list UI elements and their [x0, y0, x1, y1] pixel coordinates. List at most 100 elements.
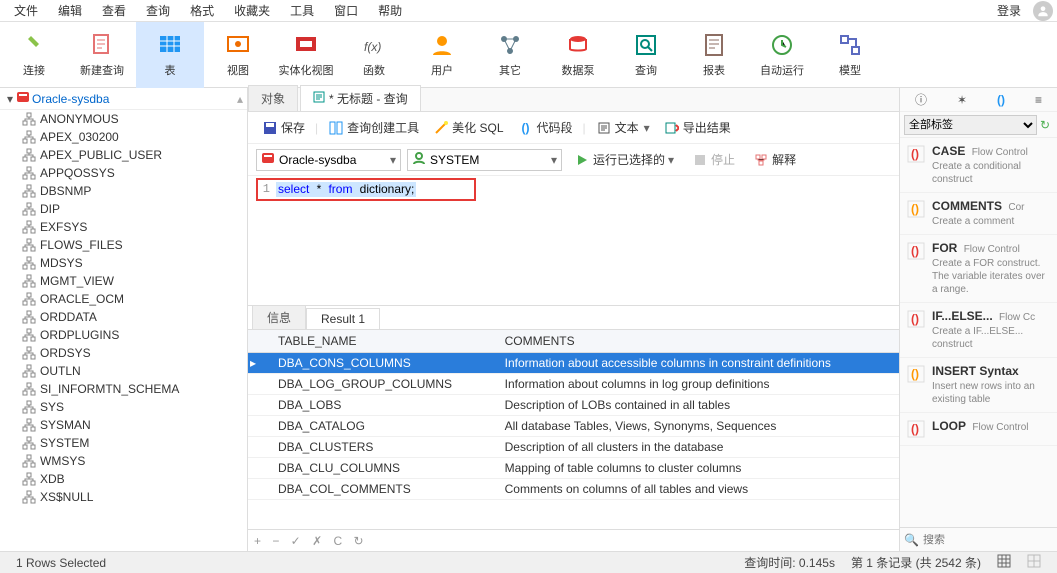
snippet-item[interactable]: ()CASE Flow ControlCreate a conditional … — [900, 138, 1057, 193]
schema-item[interactable]: APEX_030200 — [4, 128, 247, 146]
menu-文件[interactable]: 文件 — [4, 0, 48, 21]
run-selected-button[interactable]: 运行已选择的▾ — [568, 149, 680, 170]
tab-info[interactable]: 信息 — [252, 305, 306, 329]
snippet-filter-select[interactable]: 全部标签 — [904, 115, 1037, 135]
menu-格式[interactable]: 格式 — [180, 0, 224, 21]
explain-button[interactable]: 解释 — [747, 149, 802, 170]
schema-item[interactable]: ORDSYS — [4, 344, 247, 362]
results-grid[interactable]: TABLE_NAME COMMENTS ▸DBA_CONS_COLUMNSInf… — [248, 330, 899, 529]
tab-query[interactable]: * 无标题 - 查询 — [300, 85, 421, 111]
query-builder-button[interactable]: 查询创建工具 — [322, 117, 425, 138]
toolbar-auto[interactable]: 自动运行 — [748, 22, 816, 88]
schema-item[interactable]: ANONYMOUS — [4, 110, 247, 128]
toolbar-view[interactable]: 视图 — [204, 22, 272, 88]
schema-item[interactable]: ORDDATA — [4, 308, 247, 326]
schema-item[interactable]: OUTLN — [4, 362, 247, 380]
table-row[interactable]: DBA_CLUSTERSDescription of all clusters … — [248, 437, 899, 458]
schema-item[interactable]: WMSYS — [4, 452, 247, 470]
save-button[interactable]: 保存 — [256, 117, 311, 138]
schema-item[interactable]: FLOWS_FILES — [4, 236, 247, 254]
star-icon[interactable]: ✶ — [957, 93, 967, 107]
tab-objects[interactable]: 对象 — [248, 85, 298, 111]
sql-editor[interactable]: 1 select * from dictionary; — [248, 176, 899, 306]
text-button[interactable]: 文本▾ — [590, 117, 656, 138]
schema-item[interactable]: EXFSYS — [4, 218, 247, 236]
table-row[interactable]: DBA_COL_COMMENTSComments on columns of a… — [248, 479, 899, 500]
snippet-item[interactable]: ()LOOP Flow Control — [900, 413, 1057, 446]
schema-item[interactable]: ORDPLUGINS — [4, 326, 247, 344]
schema-item[interactable]: SYSTEM — [4, 434, 247, 452]
grid-nav-buttons[interactable]: + − ✓ ✗ C ↻ — [254, 534, 368, 548]
schema-icon — [22, 238, 36, 252]
menu-窗口[interactable]: 窗口 — [324, 0, 368, 21]
toolbar-fx[interactable]: f(x)函数 — [340, 22, 408, 88]
info-icon[interactable]: ⓘ — [915, 91, 927, 108]
toolbar-doc[interactable]: 新建查询 — [68, 22, 136, 88]
table-row[interactable]: ▸DBA_CONS_COLUMNSInformation about acces… — [248, 353, 899, 374]
schema-icon — [22, 400, 36, 414]
beautify-sql-button[interactable]: 美化 SQL — [427, 117, 509, 138]
col-table-name[interactable]: TABLE_NAME — [268, 330, 495, 353]
export-results-button[interactable]: 导出结果 — [658, 117, 737, 138]
export-icon — [664, 120, 680, 136]
toolbar-user[interactable]: 用户 — [408, 22, 476, 88]
toolbar-mview[interactable]: 实体化视图 — [272, 22, 340, 88]
toolbar-model[interactable]: 模型 — [816, 22, 884, 88]
schema-combo[interactable]: SYSTEM ▾ — [407, 149, 562, 171]
menu-收藏夹[interactable]: 收藏夹 — [224, 0, 280, 21]
grid-mode-icon[interactable] — [989, 554, 1019, 571]
schema-item[interactable]: SI_INFORMTN_SCHEMA — [4, 380, 247, 398]
avatar[interactable] — [1033, 1, 1053, 21]
sidebar-connection[interactable]: ▾ Oracle-sysdba ▴ — [0, 88, 247, 110]
schema-item[interactable]: XS$NULL — [4, 488, 247, 506]
schema-item[interactable]: MGMT_VIEW — [4, 272, 247, 290]
snippet-desc: Create a comment — [932, 215, 1051, 228]
schema-item[interactable]: XDB — [4, 470, 247, 488]
snippet-item[interactable]: ()IF...ELSE... Flow CcCreate a IF...ELSE… — [900, 303, 1057, 358]
form-mode-icon[interactable] — [1019, 554, 1049, 571]
snippet-item[interactable]: ()INSERT Syntax Insert new rows into an … — [900, 358, 1057, 413]
col-comments[interactable]: COMMENTS — [495, 330, 899, 353]
tab-result-1[interactable]: Result 1 — [306, 308, 380, 329]
toolbar-label: 函数 — [363, 62, 385, 78]
toolbar-plug[interactable]: 连接 — [0, 22, 68, 88]
schema-item[interactable]: SYSMAN — [4, 416, 247, 434]
table-row[interactable]: DBA_LOBSDescription of LOBs contained in… — [248, 395, 899, 416]
stop-icon — [692, 152, 708, 168]
schema-item[interactable]: APEX_PUBLIC_USER — [4, 146, 247, 164]
menu-工具[interactable]: 工具 — [280, 0, 324, 21]
code-snippet-button[interactable]: ()代码段 — [512, 117, 579, 138]
table-icon — [157, 32, 183, 58]
menu-编辑[interactable]: 编辑 — [48, 0, 92, 21]
connection-combo[interactable]: Oracle-sysdba ▾ — [256, 149, 401, 171]
table-row[interactable]: DBA_LOG_GROUP_COLUMNSInformation about c… — [248, 374, 899, 395]
snippet-item[interactable]: ()FOR Flow ControlCreate a FOR construct… — [900, 235, 1057, 303]
more-icon[interactable]: ≡ — [1035, 93, 1042, 107]
toolbar-report[interactable]: 报表 — [680, 22, 748, 88]
table-row[interactable]: DBA_CATALOGAll database Tables, Views, S… — [248, 416, 899, 437]
schema-item[interactable]: SYS — [4, 398, 247, 416]
menu-查询[interactable]: 查询 — [136, 0, 180, 21]
schema-icon — [22, 256, 36, 270]
status-rows-selected: 1 Rows Selected — [8, 556, 114, 570]
menu-查看[interactable]: 查看 — [92, 0, 136, 21]
snippet-search-input[interactable] — [923, 534, 1057, 546]
table-row[interactable]: DBA_CLU_COLUMNSMapping of table columns … — [248, 458, 899, 479]
toolbar-pump[interactable]: 数据泵 — [544, 22, 612, 88]
toolbar-label: 视图 — [227, 62, 249, 78]
toolbar-table[interactable]: 表 — [136, 22, 204, 88]
menu-帮助[interactable]: 帮助 — [368, 0, 412, 21]
doc-icon — [89, 32, 115, 58]
schema-item[interactable]: DBSNMP — [4, 182, 247, 200]
login-link[interactable]: 登录 — [989, 0, 1029, 21]
toolbar-query[interactable]: 查询 — [612, 22, 680, 88]
brackets-blue-icon[interactable]: () — [997, 93, 1005, 107]
schema-item[interactable]: ORACLE_OCM — [4, 290, 247, 308]
refresh-icon[interactable]: ↻ — [1037, 118, 1053, 132]
schema-item[interactable]: APPQOSSYS — [4, 164, 247, 182]
schema-item[interactable]: MDSYS — [4, 254, 247, 272]
schema-item[interactable]: DIP — [4, 200, 247, 218]
toolbar-misc[interactable]: 其它 — [476, 22, 544, 88]
snippet-item[interactable]: ()COMMENTS CorCreate a comment — [900, 193, 1057, 235]
stop-button[interactable]: 停止 — [686, 149, 741, 170]
